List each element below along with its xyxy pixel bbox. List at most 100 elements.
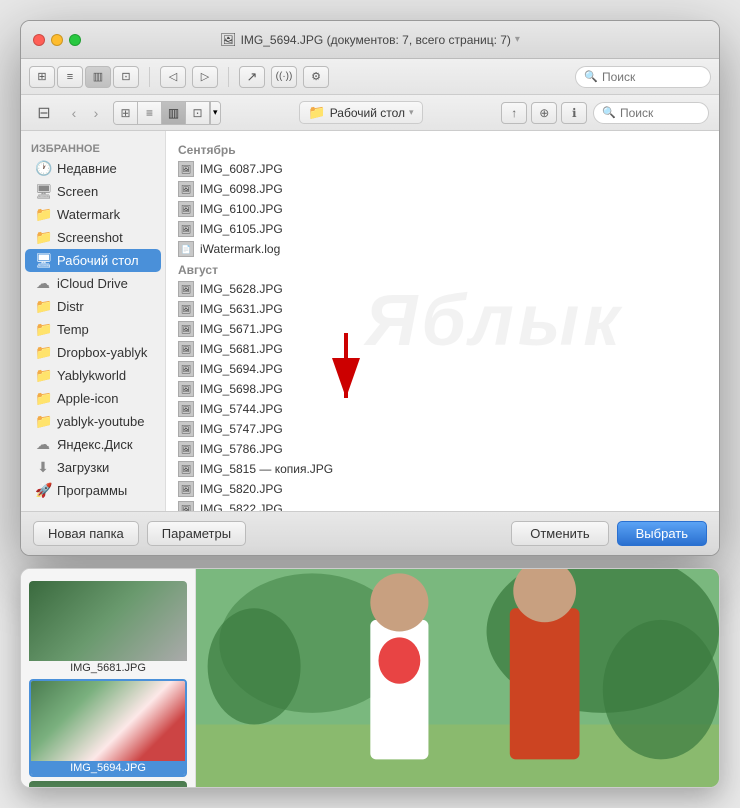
apple-icon-folder: 📁 <box>35 390 51 407</box>
back-history-button[interactable]: ◁ <box>160 66 186 88</box>
file-thumb-icon: 🖼 <box>178 441 194 457</box>
programs-icon: 🚀 <box>35 482 51 499</box>
window-title: 🖼 IMG_5694.JPG (документов: 7, всего стр… <box>220 32 520 48</box>
file-name: IMG_5698.JPG <box>200 382 283 396</box>
select-button[interactable]: Выбрать <box>617 521 707 546</box>
file-name: IMG_5786.JPG <box>200 442 283 456</box>
view-list-button2[interactable]: ≡ <box>138 102 162 124</box>
title-bar: 🖼 IMG_5694.JPG (документов: 7, всего стр… <box>21 21 719 59</box>
list-item[interactable]: 🖼 IMG_5628.JPG <box>166 279 719 299</box>
sidebar-toggle-button[interactable]: ⊟ <box>31 102 57 124</box>
action-button[interactable]: ⚙ <box>303 66 329 88</box>
nav-back-button[interactable]: ‹ <box>63 102 85 124</box>
list-item[interactable]: 🖼 IMG_6098.JPG <box>166 179 719 199</box>
nav-bar: ⊟ ‹ › ⊞ ≡ ▥ ⊡ ▾ 📁 Рабочий стол ▾ ↑ ⊕ ℹ 🔍 <box>21 95 719 131</box>
view-columns-button[interactable]: ⊞ <box>29 66 55 88</box>
sidebar-item-icloud[interactable]: ☁ iCloud Drive <box>25 272 161 295</box>
nav-forward-button[interactable]: › <box>85 102 107 124</box>
sidebar-item-yablyk[interactable]: 📁 Yablykworld <box>25 364 161 387</box>
preview-thumb-5698[interactable]: IMG_5698.JPG <box>29 781 187 787</box>
view-cover-button[interactable]: ⊡ <box>113 66 139 88</box>
list-item[interactable]: 🖼 IMG_5815 — копия.JPG <box>166 459 719 479</box>
sidebar-item-programs[interactable]: 🚀 Программы <box>25 479 161 502</box>
file-name: IMG_5671.JPG <box>200 322 283 336</box>
sidebar-item-icloud-label: iCloud Drive <box>57 276 128 291</box>
list-item[interactable]: 🖼 IMG_5786.JPG <box>166 439 719 459</box>
sidebar-item-yandex-label: Яндекс.Диск <box>57 437 133 452</box>
folder-icon: 📁 <box>308 104 325 121</box>
sidebar-item-screenshot-label: Screenshot <box>57 230 123 245</box>
nav-search-icon: 🔍 <box>602 106 616 119</box>
sidebar-item-watermark[interactable]: 📁 Watermark <box>25 203 161 226</box>
sidebar-item-dropbox[interactable]: 📁 Dropbox-yablyk <box>25 341 161 364</box>
sidebar-item-recent[interactable]: 🕐 Недавние <box>25 157 161 180</box>
list-item[interactable]: 🖼 IMG_6100.JPG <box>166 199 719 219</box>
close-button[interactable] <box>33 34 45 46</box>
sidebar-item-temp[interactable]: 📁 Temp <box>25 318 161 341</box>
sidebar-item-temp-label: Temp <box>57 322 89 337</box>
list-item[interactable]: 🖼 IMG_5822.JPG <box>166 499 719 511</box>
sidebar-item-downloads[interactable]: ⬇ Загрузки <box>25 456 161 479</box>
info-button[interactable]: ℹ <box>561 102 587 124</box>
list-item[interactable]: 🖼 IMG_5681.JPG <box>166 339 719 359</box>
list-item[interactable]: 🖼 IMG_5820.JPG <box>166 479 719 499</box>
sidebar-item-screen[interactable]: 🖥 Screen <box>25 180 161 203</box>
sidebar-item-youtube[interactable]: 📁 yablyk-youtube <box>25 410 161 433</box>
preview-main <box>196 569 719 787</box>
view-column-button[interactable]: ▥ <box>85 66 111 88</box>
file-name: IMG_6100.JPG <box>200 202 283 216</box>
new-folder-nav-button[interactable]: ⊕ <box>531 102 557 124</box>
list-item[interactable]: 🖼 IMG_5671.JPG <box>166 319 719 339</box>
list-item[interactable]: 📄 iWatermark.log <box>166 239 719 259</box>
forward-history-button[interactable]: ▷ <box>192 66 218 88</box>
options-button[interactable]: Параметры <box>147 521 246 546</box>
preview-sidebar: IMG_5681.JPG IMG_5694.JPG IMG_5698.JPG <box>21 569 196 787</box>
list-item[interactable]: 🖼 IMG_5694.JPG <box>166 359 719 379</box>
sidebar-item-screenshot[interactable]: 📁 Screenshot <box>25 226 161 249</box>
location-folder-button[interactable]: 📁 Рабочий стол ▾ <box>299 101 422 124</box>
list-item[interactable]: 🖼 IMG_6105.JPG <box>166 219 719 239</box>
toolbar-search-input[interactable] <box>602 70 702 84</box>
file-thumb-icon: 🖼 <box>178 181 194 197</box>
toolbar-search: 🔍 <box>575 66 711 88</box>
nav-arrows: ‹ › <box>63 102 107 124</box>
preview-thumb-5694[interactable]: IMG_5694.JPG <box>29 679 187 777</box>
file-name: IMG_6087.JPG <box>200 162 283 176</box>
cancel-button[interactable]: Отменить <box>511 521 608 546</box>
sidebar-item-apple-icon[interactable]: 📁 Apple-icon <box>25 387 161 410</box>
sidebar-item-distr-label: Distr <box>57 299 84 314</box>
maximize-button[interactable] <box>69 34 81 46</box>
airdrop-button[interactable]: ((·)) <box>271 66 297 88</box>
list-item[interactable]: 🖼 IMG_5631.JPG <box>166 299 719 319</box>
sidebar-item-yandex[interactable]: ☁ Яндекс.Диск <box>25 433 161 456</box>
nav-search: 🔍 <box>593 102 709 124</box>
youtube-icon: 📁 <box>35 413 51 430</box>
share-button[interactable]: ↗ <box>239 66 265 88</box>
nav-search-input[interactable] <box>620 106 700 120</box>
file-name: IMG_6098.JPG <box>200 182 283 196</box>
file-name: IMG_5822.JPG <box>200 502 283 511</box>
view-gallery-button[interactable]: ⊡ <box>186 102 210 124</box>
minimize-button[interactable] <box>51 34 63 46</box>
sidebar-item-distr[interactable]: 📁 Distr <box>25 295 161 318</box>
preview-inner: IMG_5681.JPG IMG_5694.JPG IMG_5698.JPG <box>21 569 719 787</box>
list-item[interactable]: 🖼 IMG_5747.JPG <box>166 419 719 439</box>
file-thumb-icon: 🖼 <box>178 301 194 317</box>
list-item[interactable]: 🖼 IMG_5698.JPG <box>166 379 719 399</box>
chevron-down-icon[interactable]: ▾ <box>515 34 520 45</box>
toolbar-sep-1 <box>149 67 150 87</box>
distr-icon: 📁 <box>35 298 51 315</box>
sidebar-item-desktop[interactable]: 🖥 Рабочий стол <box>25 249 161 272</box>
view-icon-button[interactable]: ⊞ <box>114 102 138 124</box>
view-list-button[interactable]: ≡ <box>57 66 83 88</box>
thumb-image-5681 <box>29 581 187 661</box>
preview-thumb-5681[interactable]: IMG_5681.JPG <box>29 581 187 675</box>
toolbar: ⊞ ≡ ▥ ⊡ ◁ ▷ ↗ ((·)) ⚙ 🔍 <box>21 59 719 95</box>
new-folder-button[interactable]: Новая папка <box>33 521 139 546</box>
chevron-view-icon[interactable]: ▾ <box>210 102 220 124</box>
file-thumb-icon: 🖼 <box>178 221 194 237</box>
list-item[interactable]: 🖼 IMG_5744.JPG <box>166 399 719 419</box>
list-item[interactable]: 🖼 IMG_6087.JPG <box>166 159 719 179</box>
view-column-button2[interactable]: ▥ <box>162 102 186 124</box>
share-nav-button[interactable]: ↑ <box>501 102 527 124</box>
